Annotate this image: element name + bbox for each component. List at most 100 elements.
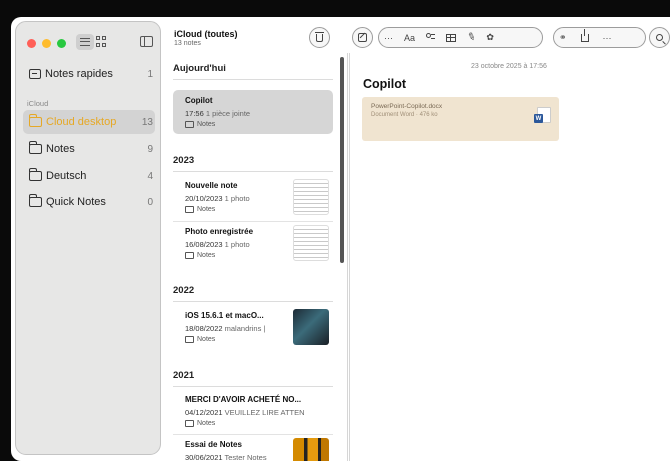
folder-icon (28, 194, 42, 207)
share-icon[interactable] (580, 28, 589, 42)
writing-tools-icon[interactable]: ✿ (486, 32, 494, 43)
sidebar: Notes rapides 1 iCloud Cloud desktop 13 … (15, 21, 161, 455)
divider (173, 301, 333, 302)
search-icon (656, 34, 663, 41)
more-icon[interactable]: ··· (384, 33, 393, 43)
note-date: 04/12/2021 (185, 408, 223, 417)
note-folder-label: Notes (197, 420, 216, 427)
note-folder: Notes (185, 121, 215, 128)
toggle-sidebar-icon[interactable] (140, 36, 153, 47)
minimize-window-button[interactable] (42, 39, 51, 48)
note-title: MERCI D'AVOIR ACHETÉ NO... (185, 395, 302, 404)
sidebar-item-cloud-desktop[interactable]: Cloud desktop 13 (23, 110, 155, 134)
sidebar-item-label: Quick Notes (46, 196, 106, 208)
group-header-2021: 2021 (173, 370, 195, 381)
note-meta: 20/10/2023 1 photo (185, 194, 250, 203)
quick-note-icon (29, 69, 41, 79)
note-folder: Notes (185, 252, 215, 259)
sidebar-item-count: 1 (147, 68, 153, 80)
notes-window: Notes rapides 1 iCloud Cloud desktop 13 … (11, 17, 670, 461)
word-badge: W (534, 114, 543, 123)
search-button[interactable] (649, 27, 670, 48)
sidebar-item-notes-rapides[interactable]: Notes rapides 1 (23, 62, 155, 86)
note-folder-label: Notes (197, 336, 216, 343)
divider (173, 386, 333, 387)
list-title: iCloud (toutes) (174, 29, 238, 39)
note-item-copilot[interactable]: Copilot 17:56 1 pièce jointe Notes (173, 90, 333, 134)
note-preview: VEUILLEZ LIRE ATTEN (224, 408, 305, 417)
note-folder: Notes (185, 336, 215, 343)
note-preview: Tester Notes (224, 453, 267, 461)
note-title: Essai de Notes (185, 440, 242, 449)
collaborate-icon[interactable]: ⚭ (559, 32, 567, 43)
close-window-button[interactable] (27, 39, 36, 48)
sidebar-item-count: 0 (147, 196, 153, 208)
folder-icon (185, 206, 194, 213)
sidebar-section-header: iCloud (27, 99, 49, 108)
zoom-window-button[interactable] (57, 39, 66, 48)
grid-cell (102, 36, 106, 40)
pane-divider (347, 53, 348, 461)
note-meta: 17:56 1 pièce jointe (185, 109, 250, 118)
attachment-meta: Document Word · 476 ko (371, 112, 438, 118)
folder-icon (185, 252, 194, 259)
folder-icon (185, 420, 194, 427)
sidebar-item-label: Cloud desktop (46, 116, 117, 128)
list-scrollbar[interactable] (340, 57, 344, 263)
new-note-button[interactable] (352, 27, 373, 48)
note-item-photo-enregistree[interactable]: Photo enregistrée 16/08/2023 1 photo Not… (173, 221, 333, 265)
trash-icon (315, 31, 324, 42)
compose-icon (358, 33, 367, 42)
list-view-button[interactable] (76, 34, 94, 50)
sidebar-item-label: Deutsch (46, 170, 87, 182)
grid-cell (96, 42, 100, 47)
note-title: Photo enregistrée (185, 227, 254, 236)
note-meta: 04/12/2021 VEUILLEZ LIRE ATTEN (185, 408, 305, 417)
more-options-icon[interactable]: ··· (603, 33, 612, 43)
note-folder: Notes (185, 206, 215, 213)
pane-divider (349, 53, 350, 461)
note-folder-label: Notes (197, 252, 216, 259)
folder-icon (28, 114, 42, 127)
note-thumbnail (293, 225, 329, 261)
note-date: 20/10/2023 (185, 194, 223, 203)
folder-icon (28, 168, 42, 181)
note-folder-label: Notes (197, 121, 216, 128)
note-item-merci[interactable]: MERCI D'AVOIR ACHETÉ NO... 04/12/2021 VE… (173, 389, 333, 433)
note-item-nouvelle-note[interactable]: Nouvelle note 20/10/2023 1 photo Notes (173, 175, 333, 219)
group-header-today: Aujourd'hui (173, 63, 226, 74)
divider (173, 171, 333, 172)
group-header-2022: 2022 (173, 285, 195, 296)
note-date: 18/08/2022 (185, 324, 223, 333)
sidebar-item-quick-notes[interactable]: Quick Notes 0 (23, 190, 155, 214)
note-list-pane: iCloud (toutes) 13 notes Aujourd'hui Cop… (165, 17, 348, 461)
note-date-header: 23 octobre 2025 à 17:56 (471, 63, 547, 70)
note-preview: malandrins | (224, 324, 266, 333)
group-header-2023: 2023 (173, 155, 195, 166)
note-item-ios-15[interactable]: iOS 15.6.1 et macO... 18/08/2022 malandr… (173, 305, 333, 349)
format-text-button[interactable]: Aa (404, 33, 415, 43)
sidebar-item-deutsch[interactable]: Deutsch 4 (23, 164, 155, 188)
paperclip-icon[interactable]: ✎ (465, 31, 477, 44)
note-meta: 18/08/2022 malandrins | (185, 324, 265, 333)
sidebar-item-label: Notes (46, 143, 75, 155)
format-toolbar: ··· Aa ✎ ✿ (378, 27, 543, 48)
note-editor: ··· Aa ✎ ✿ ⚭ ··· 23 octobre 2025 à 17:56… (349, 17, 670, 461)
sidebar-item-notes[interactable]: Notes 9 (23, 137, 155, 161)
folder-icon (28, 141, 42, 154)
table-icon[interactable] (446, 33, 457, 42)
note-title: Nouvelle note (185, 181, 238, 190)
sidebar-item-count: 13 (141, 116, 153, 128)
checklist-icon[interactable] (426, 33, 436, 42)
note-title-heading[interactable]: Copilot (363, 77, 406, 91)
delete-button[interactable] (309, 27, 330, 48)
note-item-essai[interactable]: Essai de Notes 30/06/2021 Tester Notes (173, 434, 333, 461)
share-toolbar: ⚭ ··· (553, 27, 646, 48)
gallery-view-button[interactable] (96, 36, 107, 47)
note-date: 16/08/2023 (185, 240, 223, 249)
grid-cell (102, 42, 106, 47)
attachment-card[interactable]: PowerPoint-Copilot.docx Document Word · … (362, 97, 559, 141)
divider (173, 79, 333, 80)
folder-icon (185, 336, 194, 343)
note-meta: 30/06/2021 Tester Notes (185, 453, 267, 461)
